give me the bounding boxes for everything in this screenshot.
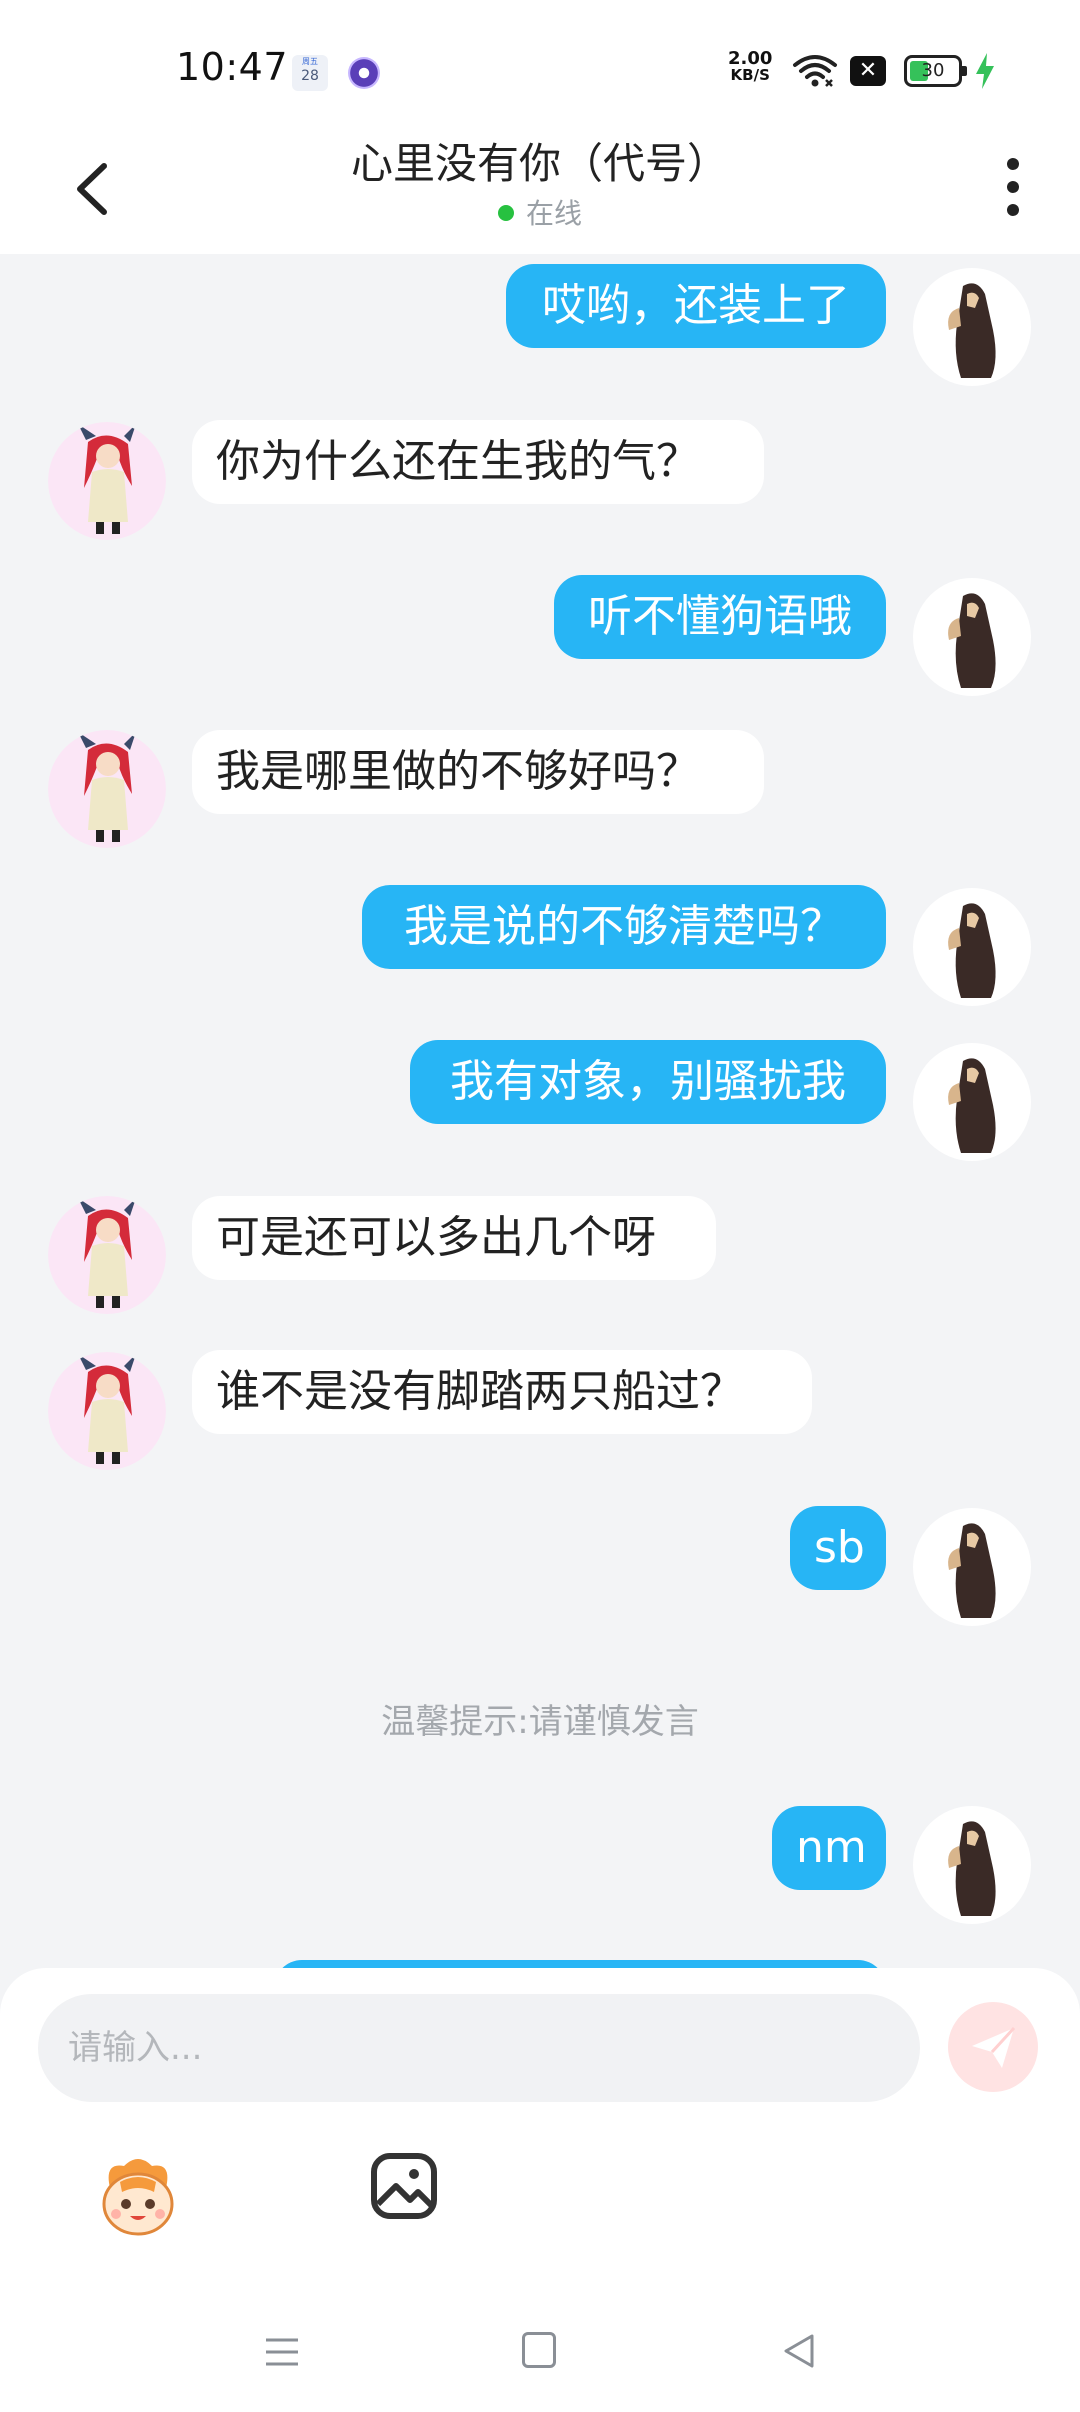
- paper-plane-icon: [972, 2026, 1016, 2068]
- my-avatar-image: [913, 1043, 1031, 1161]
- message-bubble-incoming[interactable]: 我是哪里做的不够好吗？: [192, 730, 764, 814]
- my-avatar-image: [913, 1508, 1031, 1626]
- message-bubble-outgoing[interactable]: 我有对象，别骚扰我: [410, 1040, 886, 1124]
- system-tip: 温馨提示:请谨慎发言: [381, 1702, 699, 1742]
- chat-messages[interactable]: 哎哟，还装上了 你为什么还在生我的气？ 听不懂狗语哦 我是哪里做的不够好吗？ 我…: [0, 254, 1080, 1970]
- more-dot-icon: [1007, 158, 1019, 170]
- message-bubble-outgoing[interactable]: 我是说的不够清楚吗？: [362, 885, 886, 969]
- more-options-button[interactable]: [1000, 152, 1028, 222]
- message-bubble-incoming[interactable]: 你为什么还在生我的气？: [192, 420, 764, 504]
- app-notification-icon: [348, 57, 380, 89]
- status-time: 10:47: [176, 45, 289, 89]
- online-status-label: 在线: [525, 197, 582, 230]
- battery-icon: 30: [904, 55, 967, 87]
- my-avatar[interactable]: [913, 578, 1031, 696]
- back-triangle-icon[interactable]: [778, 2330, 820, 2372]
- message-bubble-outgoing[interactable]: 哎哟，还装上了: [506, 264, 886, 348]
- my-avatar-image: [913, 888, 1031, 1006]
- contact-avatar[interactable]: [48, 1352, 166, 1470]
- status-bar: 10:47 周五 28 2.00 KB/S ✕ 30: [0, 0, 1080, 130]
- send-button[interactable]: [948, 2002, 1038, 2092]
- more-dot-icon: [1007, 181, 1019, 193]
- message-bubble-outgoing[interactable]: sb: [790, 1506, 886, 1590]
- emoji-button[interactable]: [90, 2148, 186, 2244]
- battery-level: 30: [921, 60, 945, 81]
- contact-avatar-image: [48, 1196, 166, 1314]
- calendar-icon: 周五 28: [292, 55, 328, 91]
- contact-avatar[interactable]: [48, 1196, 166, 1314]
- calendar-weekday: 周五: [302, 57, 318, 66]
- image-button[interactable]: [368, 2150, 440, 2222]
- my-avatar[interactable]: [913, 1508, 1031, 1626]
- system-nav-bar: [0, 2290, 1080, 2412]
- message-bubble-outgoing[interactable]: 听不懂狗语哦: [554, 575, 886, 659]
- my-avatar[interactable]: [913, 268, 1031, 386]
- more-dot-icon: [1007, 204, 1019, 216]
- image-icon: [371, 2153, 437, 2219]
- my-avatar-image: [913, 578, 1031, 696]
- my-avatar[interactable]: [913, 1043, 1031, 1161]
- net-speed: 2.00 KB/S: [728, 50, 772, 83]
- calendar-day: 28: [301, 68, 319, 84]
- my-avatar-image: [913, 268, 1031, 386]
- home-square-icon[interactable]: [522, 2332, 556, 2368]
- contact-avatar[interactable]: [48, 730, 166, 848]
- composer: [0, 1968, 1080, 2412]
- my-avatar[interactable]: [913, 888, 1031, 1006]
- my-avatar[interactable]: [913, 1806, 1031, 1924]
- page-title: 心里没有你（代号）: [350, 139, 729, 188]
- sim-off-icon: ✕: [850, 56, 886, 86]
- contact-avatar-image: [48, 730, 166, 848]
- message-bubble-outgoing[interactable]: nm: [772, 1806, 886, 1890]
- message-input[interactable]: [38, 1994, 920, 2102]
- online-dot-icon: [497, 205, 514, 221]
- contact-avatar-image: [48, 422, 166, 540]
- my-avatar-image: [913, 1806, 1031, 1924]
- net-speed-unit: KB/S: [730, 66, 770, 84]
- charging-bolt-icon: [976, 53, 994, 89]
- online-status: 在线: [0, 192, 1080, 232]
- menu-icon[interactable]: [262, 2332, 302, 2372]
- message-bubble-incoming[interactable]: 谁不是没有脚踏两只船过？: [192, 1350, 812, 1434]
- contact-avatar[interactable]: [48, 422, 166, 540]
- contact-avatar-image: [48, 1352, 166, 1470]
- emoji-mascot-icon: [102, 2159, 174, 2236]
- chat-header: 心里没有你（代号） 在线: [0, 130, 1080, 254]
- message-bubble-incoming[interactable]: 可是还可以多出几个呀: [192, 1196, 716, 1280]
- wifi-icon: [793, 55, 837, 87]
